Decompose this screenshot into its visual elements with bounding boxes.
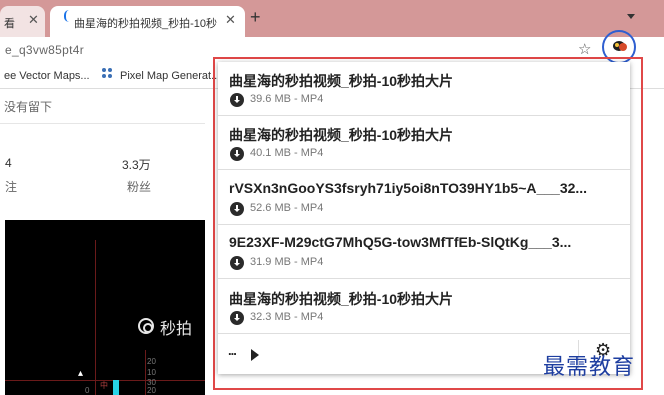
video-bar	[113, 380, 119, 395]
download-icon[interactable]	[230, 311, 244, 325]
tab-strip: 看 ✕ 曲星海的秒拍视频_秒拍-10秒 ✕ +	[0, 0, 664, 37]
video-format: MP4	[300, 202, 324, 214]
video-item[interactable]: 曲星海的秒拍视频_秒拍-10秒拍大片 40.1 MB - MP4	[218, 116, 630, 170]
video-size: 52.6 MB	[250, 202, 291, 214]
tab-active-title: 曲星海的秒拍视频_秒拍-10秒	[74, 18, 218, 30]
more-button[interactable]: ...	[228, 343, 237, 358]
video-label: 中	[100, 381, 108, 390]
extension-icon[interactable]	[612, 40, 628, 52]
loading-favicon-icon	[64, 10, 74, 22]
follower-label: 粉丝	[127, 180, 152, 194]
play-icon[interactable]	[251, 349, 259, 361]
video-format: MP4	[300, 311, 324, 323]
follower-count: 3.3万	[122, 158, 151, 172]
video-item[interactable]: rVSXn3nGooYS3fsryh71iy5oi8nTO39HY1b5~A__…	[218, 171, 630, 225]
video-line	[95, 240, 96, 395]
video-item[interactable]: 曲星海的秒拍视频_秒拍-10秒拍大片 32.3 MB - MP4	[218, 280, 630, 334]
tab-inactive-title: 看	[4, 18, 15, 30]
video-size: 31.9 MB	[250, 256, 291, 268]
star-icon[interactable]: ☆	[578, 40, 591, 58]
video-item[interactable]: 9E23XF-M29ctG7MhQ5G-tow3MfTfEb-SlQtKg___…	[218, 225, 630, 279]
meta-separator: -	[290, 147, 301, 159]
video-format: MP4	[300, 147, 324, 159]
video-title: 曲星海的秒拍视频_秒拍-10秒拍大片	[229, 127, 454, 143]
brand-watermark: 最需教育	[543, 355, 636, 380]
video-meta: 32.3 MB - MP4	[250, 311, 323, 323]
video-title: 曲星海的秒拍视频_秒拍-10秒拍大片	[229, 73, 454, 89]
video-label: 10	[147, 368, 156, 377]
bookmark-pixel-map[interactable]: Pixel Map Generat...	[120, 70, 220, 82]
video-format: MP4	[300, 256, 324, 268]
cursor-icon: ▴	[78, 368, 84, 379]
video-format: MP4	[300, 93, 324, 105]
video-meta: 39.6 MB - MP4	[250, 93, 323, 105]
stat-value: 4	[5, 156, 12, 170]
video-title: 9E23XF-M29ctG7MhQ5G-tow3MfTfEb-SlQtKg___…	[229, 234, 572, 250]
download-icon[interactable]	[230, 256, 244, 270]
video-size: 32.3 MB	[250, 311, 291, 323]
video-meta: 40.1 MB - MP4	[250, 147, 323, 159]
video-player[interactable]: 秒拍 20 10 中 0 30 20 ▴	[5, 220, 205, 395]
close-icon[interactable]: ✕	[225, 12, 236, 28]
video-label: 0	[85, 386, 90, 395]
download-icon[interactable]	[230, 93, 244, 107]
bookmark-vector-maps[interactable]: ee Vector Maps...	[4, 70, 90, 82]
video-title: rVSXn3nGooYS3fsryh71iy5oi8nTO39HY1b5~A__…	[229, 180, 588, 196]
video-title: 曲星海的秒拍视频_秒拍-10秒拍大片	[229, 291, 454, 307]
meta-separator: -	[290, 311, 301, 323]
download-popup: 曲星海的秒拍视频_秒拍-10秒拍大片 39.6 MB - MP4 曲星海的秒拍视…	[218, 62, 630, 374]
video-meta: 31.9 MB - MP4	[250, 256, 323, 268]
new-tab-button[interactable]: +	[250, 7, 261, 28]
divider	[0, 123, 205, 124]
url-text[interactable]: e_q3vw85pt4r	[5, 43, 84, 57]
meta-separator: -	[290, 202, 301, 214]
video-label: 20	[147, 386, 156, 395]
pixel-map-favicon-icon	[102, 68, 113, 79]
tab-inactive[interactable]: 看 ✕	[0, 6, 45, 37]
video-item[interactable]: 曲星海的秒拍视频_秒拍-10秒拍大片 39.6 MB - MP4	[218, 62, 630, 116]
video-label: 20	[147, 357, 156, 366]
video-size: 39.6 MB	[250, 93, 291, 105]
tab-active[interactable]: 曲星海的秒拍视频_秒拍-10秒 ✕	[50, 6, 245, 37]
miaopai-logo-icon	[138, 318, 154, 334]
profile-note: 没有留下	[4, 100, 53, 114]
download-icon[interactable]	[230, 202, 244, 216]
close-icon[interactable]: ✕	[28, 12, 39, 28]
chevron-down-icon[interactable]	[627, 14, 635, 19]
video-watermark: 秒拍	[160, 321, 193, 338]
browser-screenshot: 看 ✕ 曲星海的秒拍视频_秒拍-10秒 ✕ + e_q3vw85pt4r ☆ e…	[0, 0, 664, 395]
meta-separator: -	[290, 256, 301, 268]
video-meta: 52.6 MB - MP4	[250, 202, 323, 214]
stat-label: 注	[5, 180, 18, 194]
meta-separator: -	[290, 93, 301, 105]
video-line	[145, 350, 146, 395]
video-size: 40.1 MB	[250, 147, 291, 159]
download-icon[interactable]	[230, 147, 244, 161]
